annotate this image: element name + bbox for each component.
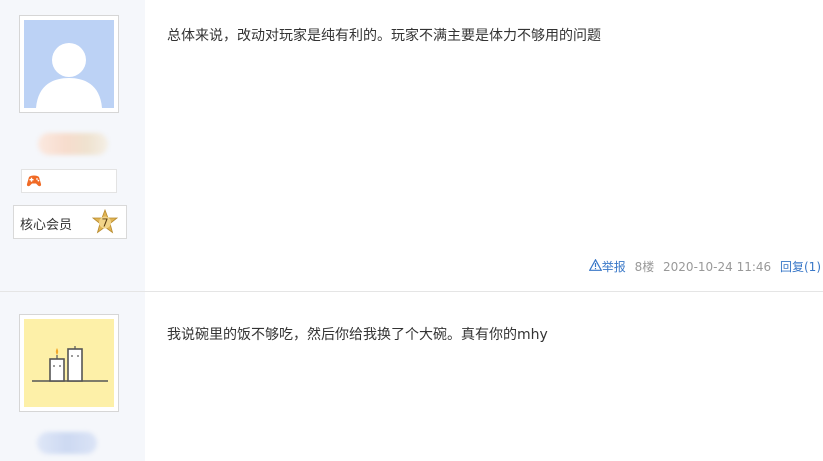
user-avatar[interactable] bbox=[19, 15, 119, 113]
post-meta: 举报 8楼 2020-10-24 11:46 回复(1) bbox=[588, 258, 821, 275]
username-blurred[interactable] bbox=[37, 432, 97, 454]
author-sidebar bbox=[0, 292, 145, 461]
post-content: 总体来说，改动对玩家是纯有利的。玩家不满主要是体力不够用的问题 bbox=[167, 28, 601, 44]
user-avatar[interactable] bbox=[19, 314, 119, 412]
post-next: 我说碗里的饭不够吃，然后你给我换了个大碗。真有你的mhy bbox=[0, 292, 823, 461]
post-floor-8: 核心会员 7 总体来说，改动对玩家是纯有利的。玩家不满主要是体力不够用的问题 举… bbox=[0, 0, 823, 291]
member-rank-label: 核心会员 bbox=[20, 218, 73, 233]
member-rank-badge[interactable]: 核心会员 7 bbox=[13, 205, 127, 239]
post-body: 我说碗里的饭不够吃，然后你给我换了个大碗。真有你的mhy bbox=[145, 292, 823, 461]
post-content: 我说碗里的饭不够吃，然后你给我换了个大碗。真有你的mhy bbox=[167, 327, 548, 343]
candles-illustration-avatar-icon bbox=[24, 319, 114, 407]
post-body: 总体来说，改动对玩家是纯有利的。玩家不满主要是体力不够用的问题 举报 8楼 20… bbox=[145, 0, 823, 291]
star-badge-icon: 7 bbox=[91, 208, 119, 235]
warning-triangle-icon bbox=[588, 258, 603, 271]
level-badge bbox=[21, 169, 117, 193]
game-controller-icon bbox=[25, 173, 43, 193]
report-button[interactable]: 举报 bbox=[588, 258, 630, 274]
report-label: 举报 bbox=[601, 260, 626, 274]
floor-number: 8楼 bbox=[634, 260, 655, 274]
username-blurred[interactable] bbox=[38, 133, 108, 155]
author-sidebar: 核心会员 7 bbox=[0, 0, 145, 291]
default-user-avatar-icon bbox=[24, 20, 114, 108]
member-level-number: 7 bbox=[102, 217, 109, 230]
post-timestamp: 2020-10-24 11:46 bbox=[663, 259, 772, 274]
reply-button[interactable]: 回复(1) bbox=[780, 260, 821, 274]
